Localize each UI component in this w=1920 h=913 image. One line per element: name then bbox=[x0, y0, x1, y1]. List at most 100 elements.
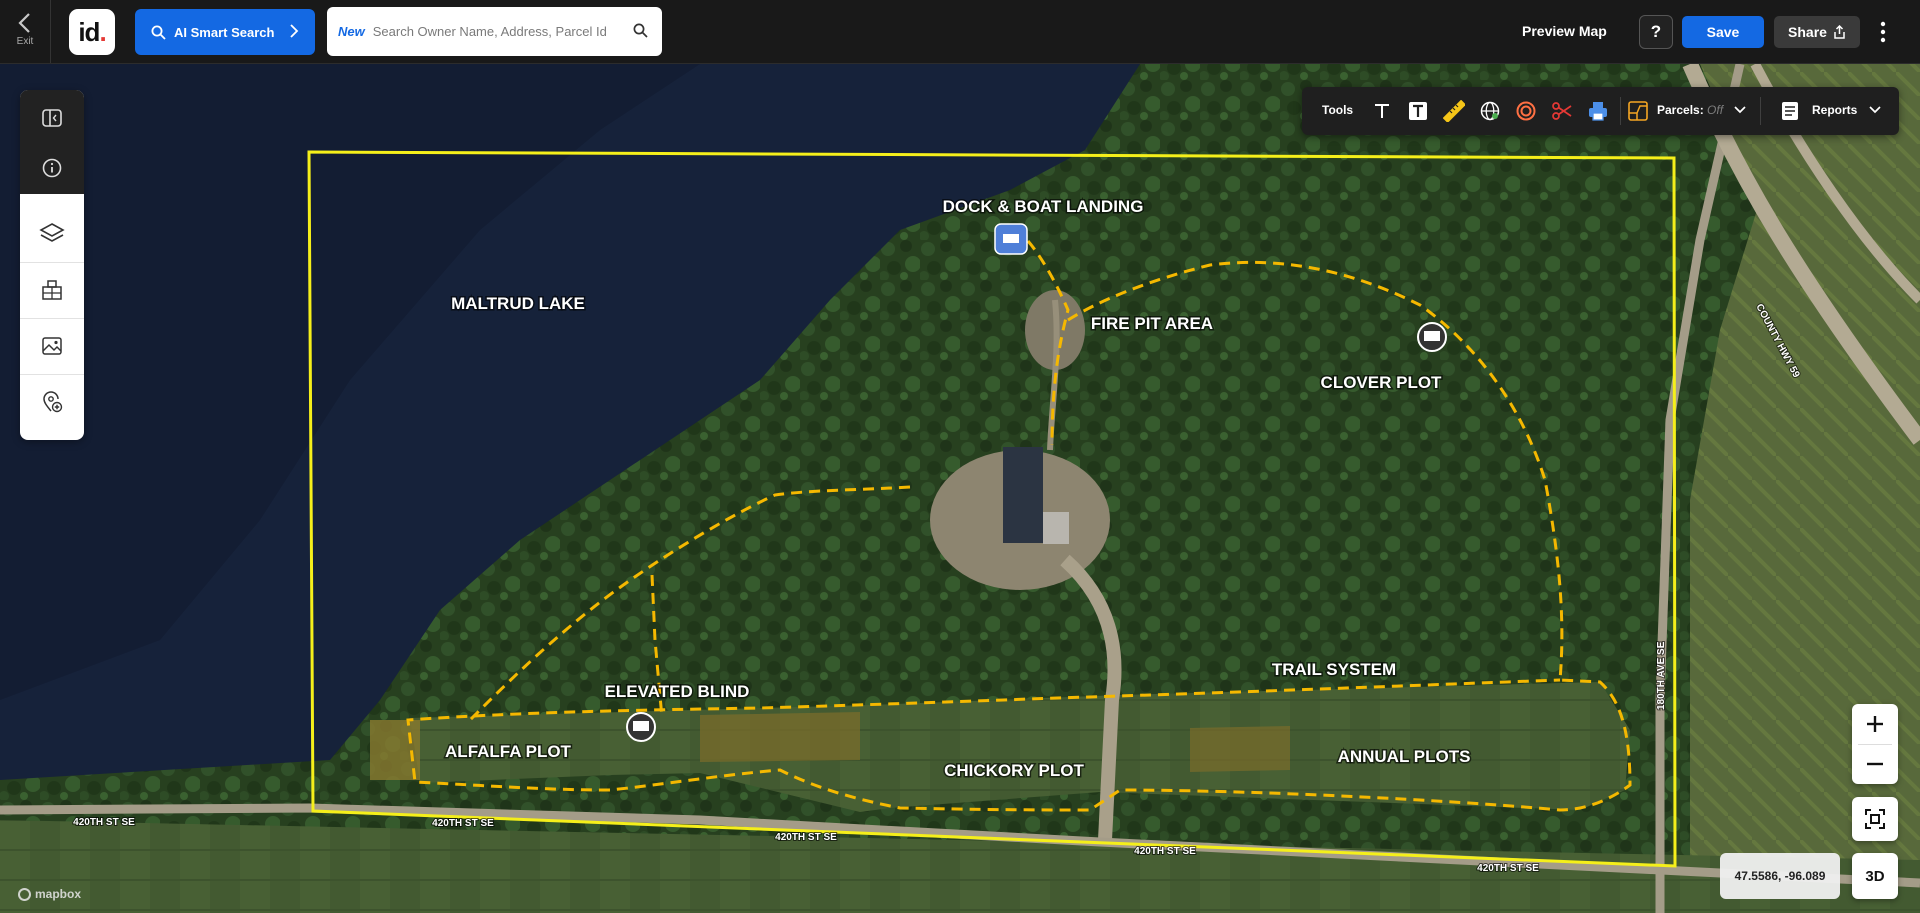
lean-to bbox=[1043, 512, 1069, 544]
road-label-180th: 180TH AVE SE bbox=[1656, 641, 1667, 710]
ai-smart-search-label: AI Smart Search bbox=[174, 24, 275, 40]
share-label: Share bbox=[1788, 24, 1827, 40]
mapbox-label: mapbox bbox=[35, 887, 82, 901]
scissors-icon bbox=[1552, 102, 1572, 120]
reports-icon-button[interactable] bbox=[1776, 97, 1804, 125]
search-icon bbox=[151, 25, 166, 40]
layers-icon bbox=[39, 223, 65, 242]
label-clover-plot: CLOVER PLOT bbox=[1321, 373, 1443, 392]
tools-label: Tools bbox=[1322, 103, 1354, 117]
divider bbox=[1620, 97, 1621, 125]
divider bbox=[1760, 97, 1761, 125]
search-box: New bbox=[327, 7, 662, 56]
label-maltrud-lake: MALTRUD LAKE bbox=[451, 294, 585, 313]
exit-button[interactable]: Exit bbox=[8, 12, 42, 54]
print-icon bbox=[1589, 102, 1607, 121]
label-elevated-blind: ELEVATED BLIND bbox=[605, 682, 750, 701]
logo-text: id bbox=[78, 16, 100, 47]
ruler-tool-button[interactable] bbox=[1440, 97, 1468, 125]
collapse-panel-icon bbox=[42, 109, 62, 127]
reports-icon bbox=[1782, 102, 1798, 120]
road-label-420th-e: 420TH ST SE bbox=[1477, 863, 1539, 874]
fit-bounds-icon bbox=[1865, 809, 1885, 829]
label-dock: DOCK & BOAT LANDING bbox=[943, 197, 1144, 216]
blind-marker-clover[interactable] bbox=[1417, 322, 1447, 352]
tools-bar: Tools Parcels: Off Reports bbox=[1302, 87, 1899, 135]
plus-icon bbox=[1867, 716, 1883, 732]
parcels-label: Parcels: bbox=[1657, 103, 1704, 117]
more-options-icon[interactable] bbox=[1876, 18, 1890, 46]
reports-label: Reports bbox=[1812, 103, 1858, 117]
dock-marker[interactable] bbox=[994, 223, 1028, 255]
road-label-420th-d: 420TH ST SE bbox=[1134, 846, 1196, 857]
help-button[interactable]: ? bbox=[1639, 15, 1673, 49]
text-tool-button[interactable] bbox=[1368, 97, 1396, 125]
buildings-icon bbox=[42, 280, 62, 300]
label-chickory-plot: CHICKORY PLOT bbox=[944, 761, 1084, 780]
image-icon bbox=[42, 337, 62, 355]
text-icon bbox=[1375, 104, 1389, 118]
parcels-state: Off bbox=[1707, 103, 1724, 117]
reports-dropdown[interactable]: Reports bbox=[1812, 103, 1881, 117]
road-label-420th-a: 420TH ST SE bbox=[73, 817, 135, 828]
label-annual-plots: ANNUAL PLOTS bbox=[1338, 747, 1471, 766]
minus-icon bbox=[1867, 762, 1883, 766]
text-box-tool-button[interactable] bbox=[1404, 97, 1432, 125]
layers-button[interactable] bbox=[20, 205, 84, 261]
divider bbox=[50, 0, 51, 63]
zoom-out-button[interactable] bbox=[1852, 744, 1898, 784]
left-toolbar bbox=[20, 90, 84, 440]
preview-map-button[interactable]: Preview Map bbox=[1522, 23, 1607, 39]
info-button[interactable] bbox=[20, 140, 84, 196]
imagery-button[interactable] bbox=[20, 318, 84, 374]
search-input[interactable] bbox=[370, 23, 625, 40]
barn-building bbox=[1003, 447, 1043, 543]
buildings-button[interactable] bbox=[20, 262, 84, 318]
ai-smart-search-button[interactable]: AI Smart Search bbox=[135, 9, 315, 55]
info-icon bbox=[42, 158, 62, 178]
chevron-right-icon bbox=[290, 24, 299, 38]
collapse-panel-button[interactable] bbox=[20, 90, 84, 146]
blind-marker-alfalfa[interactable] bbox=[626, 712, 656, 742]
map-canvas[interactable]: MALTRUD LAKE DOCK & BOAT LANDING FIRE PI… bbox=[0, 64, 1920, 913]
fit-bounds-button[interactable] bbox=[1852, 797, 1898, 841]
parcels-icon bbox=[1628, 101, 1648, 121]
globe-tool-button[interactable] bbox=[1476, 97, 1504, 125]
coordinates-readout: 47.5586, -96.089 bbox=[1720, 853, 1840, 899]
label-trail-system: TRAIL SYSTEM bbox=[1272, 660, 1396, 679]
save-button[interactable]: Save bbox=[1682, 16, 1764, 48]
add-location-icon bbox=[43, 391, 63, 413]
globe-icon bbox=[1480, 101, 1500, 121]
new-badge: New bbox=[338, 24, 365, 39]
chevron-left-icon bbox=[18, 13, 30, 33]
dry-patch bbox=[700, 712, 860, 762]
chevron-down-icon bbox=[1734, 106, 1747, 114]
parcels-toggle[interactable]: Parcels: Off bbox=[1657, 103, 1747, 117]
chevron-down-icon bbox=[1869, 106, 1881, 114]
road-label-420th-b: 420TH ST SE bbox=[432, 818, 494, 829]
top-bar: Exit id. AI Smart Search New Preview Map… bbox=[0, 0, 1920, 64]
print-tool-button[interactable] bbox=[1584, 97, 1612, 125]
search-icon[interactable] bbox=[633, 23, 648, 38]
share-button[interactable]: Share bbox=[1774, 16, 1860, 48]
app-logo[interactable]: id. bbox=[69, 9, 115, 55]
scissors-tool-button[interactable] bbox=[1548, 97, 1576, 125]
3d-toggle-button[interactable]: 3D bbox=[1852, 853, 1898, 899]
label-fire-pit: FIRE PIT AREA bbox=[1091, 314, 1213, 333]
text-box-icon bbox=[1409, 102, 1427, 120]
road-label-420th-c: 420TH ST SE bbox=[775, 832, 837, 843]
parcels-toggle-icon-button[interactable] bbox=[1624, 97, 1652, 125]
add-location-button[interactable] bbox=[20, 374, 84, 430]
share-icon bbox=[1834, 25, 1845, 39]
label-alfalfa-plot: ALFALFA PLOT bbox=[445, 742, 572, 761]
ruler-icon bbox=[1443, 100, 1465, 122]
mapbox-attribution[interactable]: mapbox bbox=[18, 887, 81, 901]
mapbox-logo-icon bbox=[18, 887, 31, 901]
radius-icon bbox=[1516, 101, 1536, 121]
zoom-in-button[interactable] bbox=[1852, 704, 1898, 744]
logo-dot: . bbox=[99, 16, 106, 47]
radius-tool-button[interactable] bbox=[1512, 97, 1540, 125]
exit-label: Exit bbox=[16, 36, 34, 47]
zoom-control bbox=[1852, 704, 1898, 784]
dry-patch-east bbox=[1190, 726, 1290, 772]
